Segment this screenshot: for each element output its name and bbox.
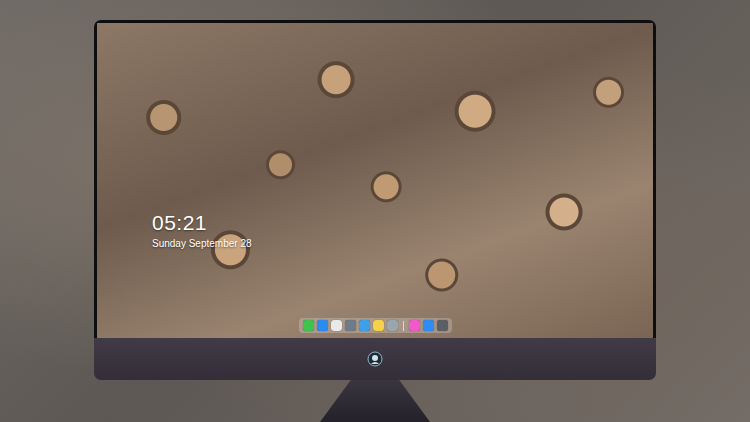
monitor: 05:21 Sunday September 28 <box>0 0 750 422</box>
dock-app-icon[interactable] <box>345 320 356 331</box>
dock-app-icon[interactable] <box>317 320 328 331</box>
monitor-screen-bezel: 05:21 Sunday September 28 <box>94 20 656 338</box>
dock-app-icon[interactable] <box>359 320 370 331</box>
dock-app-icon[interactable] <box>331 320 342 331</box>
logo-icon <box>367 351 383 367</box>
dock-separator <box>403 321 404 331</box>
dock-app-icon[interactable] <box>387 320 398 331</box>
monitor-chin <box>94 338 656 380</box>
dock-app-icon[interactable] <box>373 320 384 331</box>
dock-app-icon[interactable] <box>423 320 434 331</box>
dock-app-icon[interactable] <box>437 320 448 331</box>
desktop-wallpaper: 05:21 Sunday September 28 <box>97 23 653 338</box>
monitor-stand <box>320 380 430 422</box>
clock-date: Sunday September 28 <box>152 237 653 250</box>
lock-clock: 05:21 Sunday September 28 <box>97 211 653 250</box>
clock-time: 05:21 <box>152 211 653 234</box>
dock-app-icon[interactable] <box>409 320 420 331</box>
dock-app-icon[interactable] <box>303 320 314 331</box>
dock <box>299 318 452 333</box>
